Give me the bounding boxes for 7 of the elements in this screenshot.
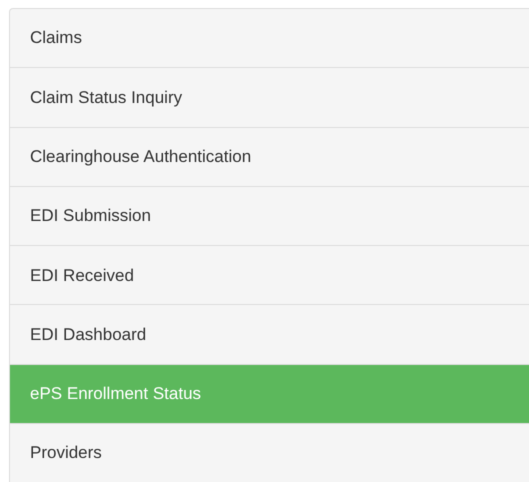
menu-item[interactable]: EDI Received <box>9 245 529 304</box>
menu-item[interactable]: EDI Dashboard <box>9 304 529 364</box>
menu-item[interactable]: Claims <box>9 8 529 68</box>
menu-item[interactable]: Providers <box>9 423 529 482</box>
menu-item[interactable]: Clearinghouse Authentication <box>9 126 529 186</box>
menu-item[interactable]: Claim Status Inquiry <box>9 67 529 127</box>
menu-item[interactable]: EDI Submission <box>9 186 529 246</box>
